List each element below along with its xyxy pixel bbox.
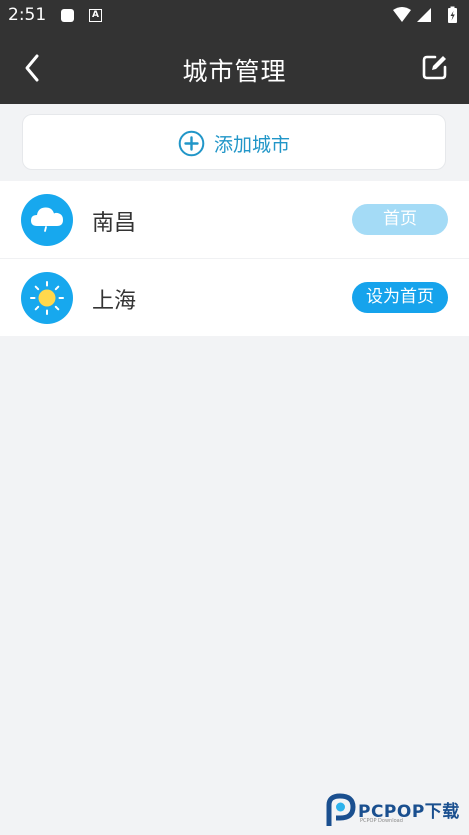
set-home-button[interactable]: 设为首页 [352,282,448,313]
page-title: 城市管理 [182,57,287,86]
edit-icon [422,55,447,80]
a-notification-icon: A [89,9,102,22]
edit-button[interactable] [421,53,449,81]
square-notification-icon [61,9,74,22]
city-name: 南昌 [92,211,137,236]
pcpop-logo-icon [326,793,356,826]
weather-badge [21,272,73,324]
wifi-icon [393,7,411,22]
home-button[interactable]: 首页 [352,204,448,235]
header-bar: 城市管理 [0,32,469,104]
city-list: 南昌 首页 上海 设为首页 [0,181,469,336]
city-name: 上海 [92,289,137,314]
signal-icon [417,8,431,22]
weather-badge [21,194,73,246]
plus-circle-icon [178,130,205,156]
add-city-label: 添加城市 [213,133,290,156]
cloud-rain-icon [31,207,63,232]
watermark-subtext: PCPOP Download [360,818,403,824]
city-row-nanchang[interactable]: 南昌 首页 [0,181,469,259]
status-time: 2:51 [8,5,47,25]
battery-charging-icon [448,6,457,23]
status-bar: 2:51 A [0,0,469,32]
add-city-button[interactable]: 添加城市 [22,114,446,170]
status-right-icons [393,6,457,23]
watermark-logo: PCPOP下载 PCPOP Download [325,793,467,829]
add-city-content: 添加城市 [23,129,445,157]
sun-icon [30,281,64,315]
city-row-shanghai[interactable]: 上海 设为首页 [0,259,469,336]
